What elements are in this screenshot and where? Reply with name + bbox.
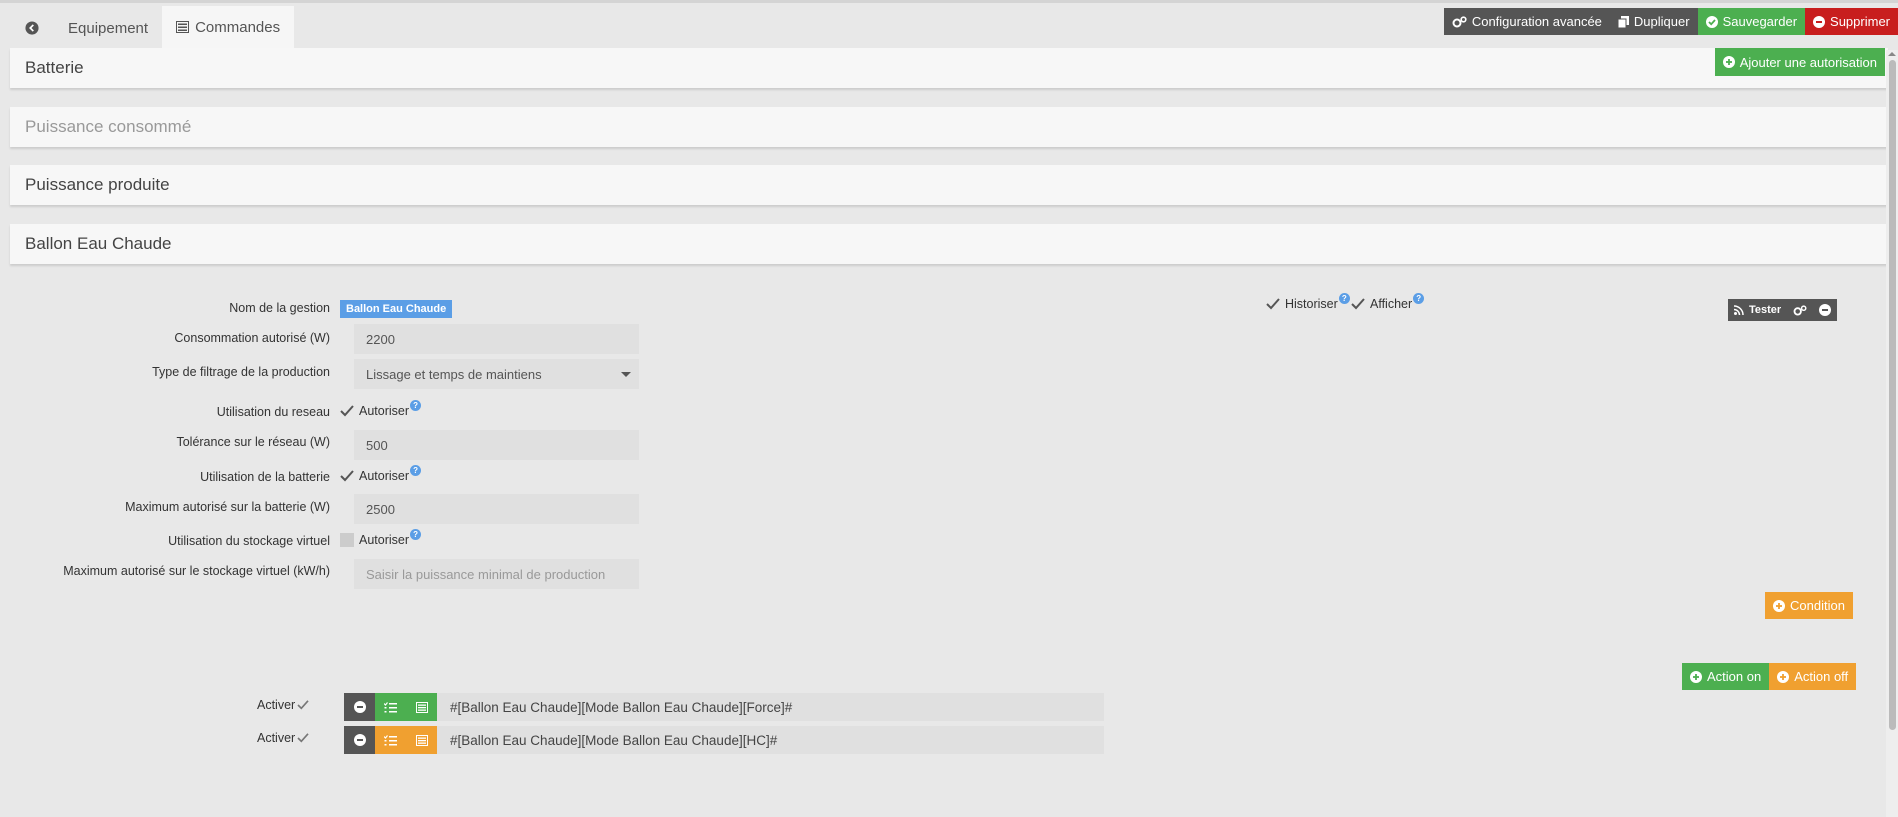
unchecked-box[interactable] — [340, 533, 354, 547]
action-buttons: Action on Action off — [1682, 663, 1857, 690]
max-stockage-input[interactable]: Saisir la puissance minimal de productio… — [354, 559, 639, 589]
gears-icon — [1452, 15, 1467, 27]
minus-circle-icon — [1813, 15, 1826, 28]
panel-puissance-produite[interactable]: Puissance produite — [10, 165, 1888, 205]
scrollbar-thumb[interactable] — [1889, 60, 1896, 730]
check-icon — [340, 405, 354, 417]
condition-button[interactable]: Condition — [1765, 592, 1853, 619]
afficher-checkbox[interactable]: Afficher? — [1351, 292, 1425, 311]
nom-gestion-label: Nom de la gestion — [229, 301, 330, 315]
plus-circle-icon — [1773, 599, 1785, 612]
ajouter-autorisation-button[interactable]: Ajouter une autorisation — [1714, 48, 1885, 76]
minus-circle-icon — [353, 734, 366, 746]
tolerance-input[interactable]: 500 — [354, 430, 639, 460]
max-stockage-label: Maximum autorisé sur le stockage virtuel… — [63, 564, 330, 578]
gestion-name-chip[interactable]: Ballon Eau Chaude — [340, 300, 453, 318]
rss-icon — [1734, 305, 1744, 315]
stockage-label: Utilisation du stockage virtuel — [168, 534, 330, 548]
gears-icon — [1793, 304, 1807, 316]
action-off-button[interactable]: Action off — [1769, 663, 1857, 690]
sauvegarder-button[interactable]: Sauvegarder — [1697, 8, 1806, 35]
historiser-checkbox[interactable]: Historiser? — [1266, 292, 1350, 311]
reseau-label: Utilisation du reseau — [216, 405, 330, 419]
plus-circle-icon — [1777, 670, 1790, 683]
remove-action-button[interactable] — [344, 726, 375, 754]
tolerance-label: Tolérance sur le réseau (W) — [176, 435, 330, 449]
scroll-up-arrow-icon[interactable] — [1888, 50, 1896, 58]
plus-circle-icon — [1690, 670, 1702, 683]
max-batterie-input[interactable]: 2500 — [354, 494, 639, 524]
help-icon[interactable]: ? — [1338, 292, 1350, 304]
select-command-button[interactable] — [375, 726, 406, 754]
remove-gestion-button[interactable] — [1813, 299, 1838, 321]
dupliquer-button[interactable]: Dupliquer — [1609, 8, 1698, 35]
action-on-button[interactable]: Action on — [1682, 663, 1770, 690]
config-gestion-button[interactable] — [1787, 299, 1814, 321]
remove-action-button[interactable] — [344, 693, 375, 721]
action-row-on: #[Ballon Eau Chaude][Mode Ballon Eau Cha… — [344, 693, 1104, 721]
minus-circle-icon — [353, 701, 366, 713]
tester-group: Tester — [1728, 299, 1838, 321]
help-icon[interactable]: ? — [410, 399, 422, 411]
caret-down-icon — [621, 372, 631, 377]
toolbar: Configuration avancée Dupliquer Sauvegar… — [1443, 8, 1898, 35]
panel-batterie[interactable]: Batterie — [10, 48, 1888, 88]
consommation-input[interactable]: 2200 — [354, 324, 639, 354]
list-action-button[interactable] — [406, 693, 437, 721]
help-icon[interactable]: ? — [410, 528, 422, 540]
tab-bar: Equipement Commandes — [10, 6, 295, 50]
list-alt-icon — [415, 734, 428, 746]
tab-equipement[interactable]: Equipement — [54, 6, 162, 50]
activer-checkbox-1[interactable]: Activer — [257, 698, 309, 712]
batterie-checkbox[interactable]: Autoriser? — [340, 464, 422, 483]
action-command-input[interactable]: #[Ballon Eau Chaude][Mode Ballon Eau Cha… — [437, 726, 1104, 754]
supprimer-button[interactable]: Supprimer — [1805, 8, 1898, 35]
check-icon — [1351, 298, 1365, 310]
activer-checkbox-2[interactable]: Activer — [257, 731, 309, 745]
list-alt-icon — [415, 701, 428, 713]
copy-icon — [1617, 15, 1629, 28]
arrow-left-circle-icon — [25, 21, 39, 35]
list-action-button[interactable] — [406, 726, 437, 754]
panel-ballon-eau-chaude[interactable]: Ballon Eau Chaude — [10, 224, 1888, 264]
gestion-form: Nom de la gestion Consommation autorisé … — [14, 273, 1874, 817]
back-button[interactable] — [10, 6, 54, 50]
action-command-input[interactable]: #[Ballon Eau Chaude][Mode Ballon Eau Cha… — [437, 693, 1104, 721]
plus-circle-icon — [1722, 56, 1735, 68]
consommation-label: Consommation autorisé (W) — [174, 331, 330, 345]
stockage-checkbox[interactable]: Autoriser? — [340, 528, 422, 547]
tasks-icon — [384, 734, 397, 745]
tasks-icon — [384, 701, 397, 712]
help-icon[interactable]: ? — [410, 464, 422, 476]
check-circle-icon — [1705, 15, 1718, 28]
filtrage-label: Type de filtrage de la production — [152, 365, 330, 379]
tab-commandes[interactable]: Commandes — [162, 6, 295, 50]
check-icon — [340, 470, 354, 482]
config-avancee-button[interactable]: Configuration avancée — [1443, 8, 1610, 35]
max-batterie-label: Maximum autorisé sur la batterie (W) — [125, 500, 330, 514]
minus-circle-icon — [1819, 304, 1832, 316]
filtrage-select[interactable]: Lissage et temps de maintiens — [354, 359, 639, 389]
tester-button[interactable]: Tester — [1728, 299, 1788, 321]
select-command-button[interactable] — [375, 693, 406, 721]
reseau-checkbox[interactable]: Autoriser? — [340, 399, 422, 418]
check-icon — [297, 700, 309, 710]
check-icon — [1266, 298, 1280, 310]
batterie-label: Utilisation de la batterie — [200, 470, 330, 484]
action-row-off: #[Ballon Eau Chaude][Mode Ballon Eau Cha… — [344, 726, 1104, 754]
check-icon — [297, 733, 309, 743]
help-icon[interactable]: ? — [1413, 292, 1425, 304]
panel-puissance-consomme[interactable]: Puissance consommé — [10, 107, 1888, 147]
top-border — [0, 0, 1898, 3]
list-icon — [176, 21, 190, 33]
